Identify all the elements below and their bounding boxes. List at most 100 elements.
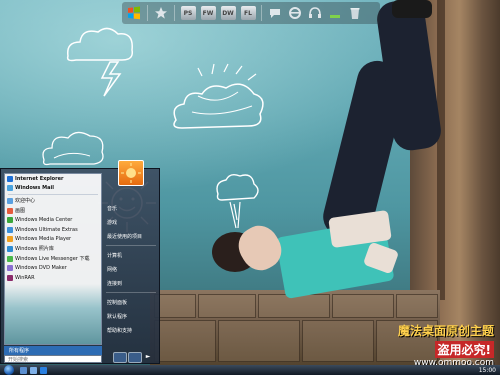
- start-item-dvd-maker[interactable]: Windows DVD Maker: [5, 263, 101, 273]
- start-menu-separator: [8, 194, 98, 196]
- start-item-windows-mail[interactable]: Windows Mail: [5, 184, 101, 194]
- user-picture-icon[interactable]: [118, 160, 144, 186]
- paint-icon: [7, 207, 13, 214]
- start-item-label: 欢迎中心: [15, 198, 36, 205]
- wall-stone: [154, 294, 196, 318]
- photoshop-icon[interactable]: PS: [180, 5, 196, 21]
- photoshop-label: PS: [180, 6, 196, 20]
- windows-mail-icon: [7, 185, 13, 192]
- start-menu: Internet Explorer Windows Mail 欢迎中心 画图 W…: [0, 168, 160, 364]
- quick-launch: [20, 366, 47, 374]
- power-button-icon[interactable]: [113, 352, 127, 363]
- all-programs-label: 所有程序: [9, 348, 30, 354]
- star-icon[interactable]: [153, 5, 169, 21]
- watermark-title: 魔法桌面原创主题: [397, 324, 494, 338]
- start-item-label: Windows DVD Maker: [15, 265, 67, 272]
- wall-stone: [154, 320, 216, 362]
- wall-stone: [302, 320, 374, 362]
- start-right-label: 网络: [107, 266, 118, 273]
- messenger-icon: [7, 255, 13, 262]
- start-item-label: 画图: [15, 208, 26, 215]
- start-item-ultimate-extras[interactable]: Windows Ultimate Extras: [5, 225, 101, 235]
- wall-stone: [198, 294, 256, 318]
- start-right-separator: [106, 292, 156, 293]
- start-search-input[interactable]: 开始搜索: [4, 355, 102, 363]
- monitor-icon[interactable]: [327, 5, 343, 21]
- start-right-label: 音乐: [107, 205, 118, 212]
- wall-stone: [396, 294, 438, 318]
- recycle-bin-icon[interactable]: [347, 5, 363, 21]
- chat-icon[interactable]: [267, 5, 283, 21]
- start-right-label: 默认程序: [107, 313, 128, 320]
- top-dock: PS FW DW FL: [122, 2, 380, 24]
- winrar-icon: [7, 274, 13, 281]
- start-right-label: 游戏: [107, 219, 118, 226]
- flash-icon[interactable]: FL: [240, 5, 256, 21]
- start-right-label: 帮助和支持: [107, 327, 133, 334]
- start-item-internet-explorer[interactable]: Internet Explorer: [5, 174, 101, 184]
- dreamweaver-label: DW: [220, 6, 236, 20]
- start-right-music[interactable]: 音乐: [103, 201, 159, 215]
- flash-label: FL: [240, 6, 256, 20]
- start-item-winrar[interactable]: WinRAR: [5, 273, 101, 283]
- start-item-media-center[interactable]: Windows Media Center: [5, 215, 101, 225]
- headphones-icon[interactable]: [307, 5, 323, 21]
- start-menu-programs-pane: Internet Explorer Windows Mail 欢迎中心 画图 W…: [4, 173, 102, 345]
- all-programs-button[interactable]: 所有程序: [4, 346, 102, 355]
- ultimate-extras-icon: [7, 226, 13, 233]
- dreamweaver-icon[interactable]: DW: [220, 5, 236, 21]
- start-menu-scene-preview: [5, 284, 101, 344]
- start-right-default-programs[interactable]: 默认程序: [103, 309, 159, 323]
- start-search-placeholder: 开始搜索: [8, 356, 29, 363]
- dock-separator: [174, 5, 175, 21]
- start-right-label: 最近使用的项目: [107, 233, 143, 240]
- start-right-separator: [106, 245, 156, 246]
- photo-gallery-icon: [7, 245, 13, 252]
- start-right-network[interactable]: 网络: [103, 262, 159, 276]
- start-item-label: Windows Ultimate Extras: [15, 226, 78, 233]
- start-right-help-support[interactable]: 帮助和支持: [103, 323, 159, 337]
- wall-stone: [332, 294, 394, 318]
- internet-explorer-icon[interactable]: [40, 366, 47, 374]
- start-item-label: WinRAR: [15, 274, 35, 281]
- taskbar-clock[interactable]: 15:00: [479, 367, 496, 374]
- fireworks-label: FW: [200, 6, 216, 20]
- start-right-games[interactable]: 游戏: [103, 215, 159, 229]
- dock-separator: [147, 5, 148, 21]
- taskbar: 15:00: [0, 365, 500, 375]
- start-orb-icon[interactable]: [4, 365, 14, 375]
- switch-windows-icon[interactable]: [30, 366, 37, 374]
- shutdown-options-arrow-icon[interactable]: ►: [143, 352, 153, 361]
- start-right-label: 计算机: [107, 252, 123, 259]
- start-right-control-panel[interactable]: 控制面板: [103, 295, 159, 309]
- fireworks-icon[interactable]: FW: [200, 5, 216, 21]
- media-player-icon: [7, 236, 13, 243]
- dock-separator: [261, 5, 262, 21]
- start-right-label: 连接到: [107, 280, 123, 287]
- start-menu-right-pane: 音乐 游戏 最近使用的项目 计算机 网络 连接到 控制面板 默认程序 帮助和支持: [103, 173, 159, 361]
- internet-explorer-icon: [7, 175, 13, 182]
- start-item-label: Windows 照片库: [15, 246, 54, 253]
- start-right-connect-to[interactable]: 连接到: [103, 276, 159, 290]
- start-right-computer[interactable]: 计算机: [103, 248, 159, 262]
- windows-logo-icon[interactable]: [126, 5, 142, 21]
- start-item-welcome-center[interactable]: 欢迎中心: [5, 196, 101, 206]
- start-item-media-player[interactable]: Windows Media Player: [5, 235, 101, 245]
- start-item-label: Windows Media Center: [15, 217, 73, 224]
- start-item-label: Windows Mail: [15, 185, 54, 192]
- doodle-cloud-lightning-left: [66, 27, 134, 97]
- show-desktop-icon[interactable]: [20, 366, 27, 374]
- doodle-cloud-small-left: [42, 131, 104, 166]
- start-item-live-messenger[interactable]: Windows Live Messenger 下载: [5, 254, 101, 264]
- wall-stone: [218, 320, 300, 362]
- start-item-photo-gallery[interactable]: Windows 照片库: [5, 244, 101, 254]
- doodle-cloud-sun: [173, 63, 264, 129]
- start-right-label: 控制面板: [107, 299, 128, 306]
- lock-button-icon[interactable]: [128, 352, 142, 363]
- internet-explorer-icon[interactable]: [287, 5, 303, 21]
- person-shoe: [392, 0, 432, 18]
- media-center-icon: [7, 217, 13, 224]
- start-item-paint[interactable]: 画图: [5, 206, 101, 216]
- start-right-recent-items[interactable]: 最近使用的项目: [103, 229, 159, 243]
- dvd-maker-icon: [7, 265, 13, 272]
